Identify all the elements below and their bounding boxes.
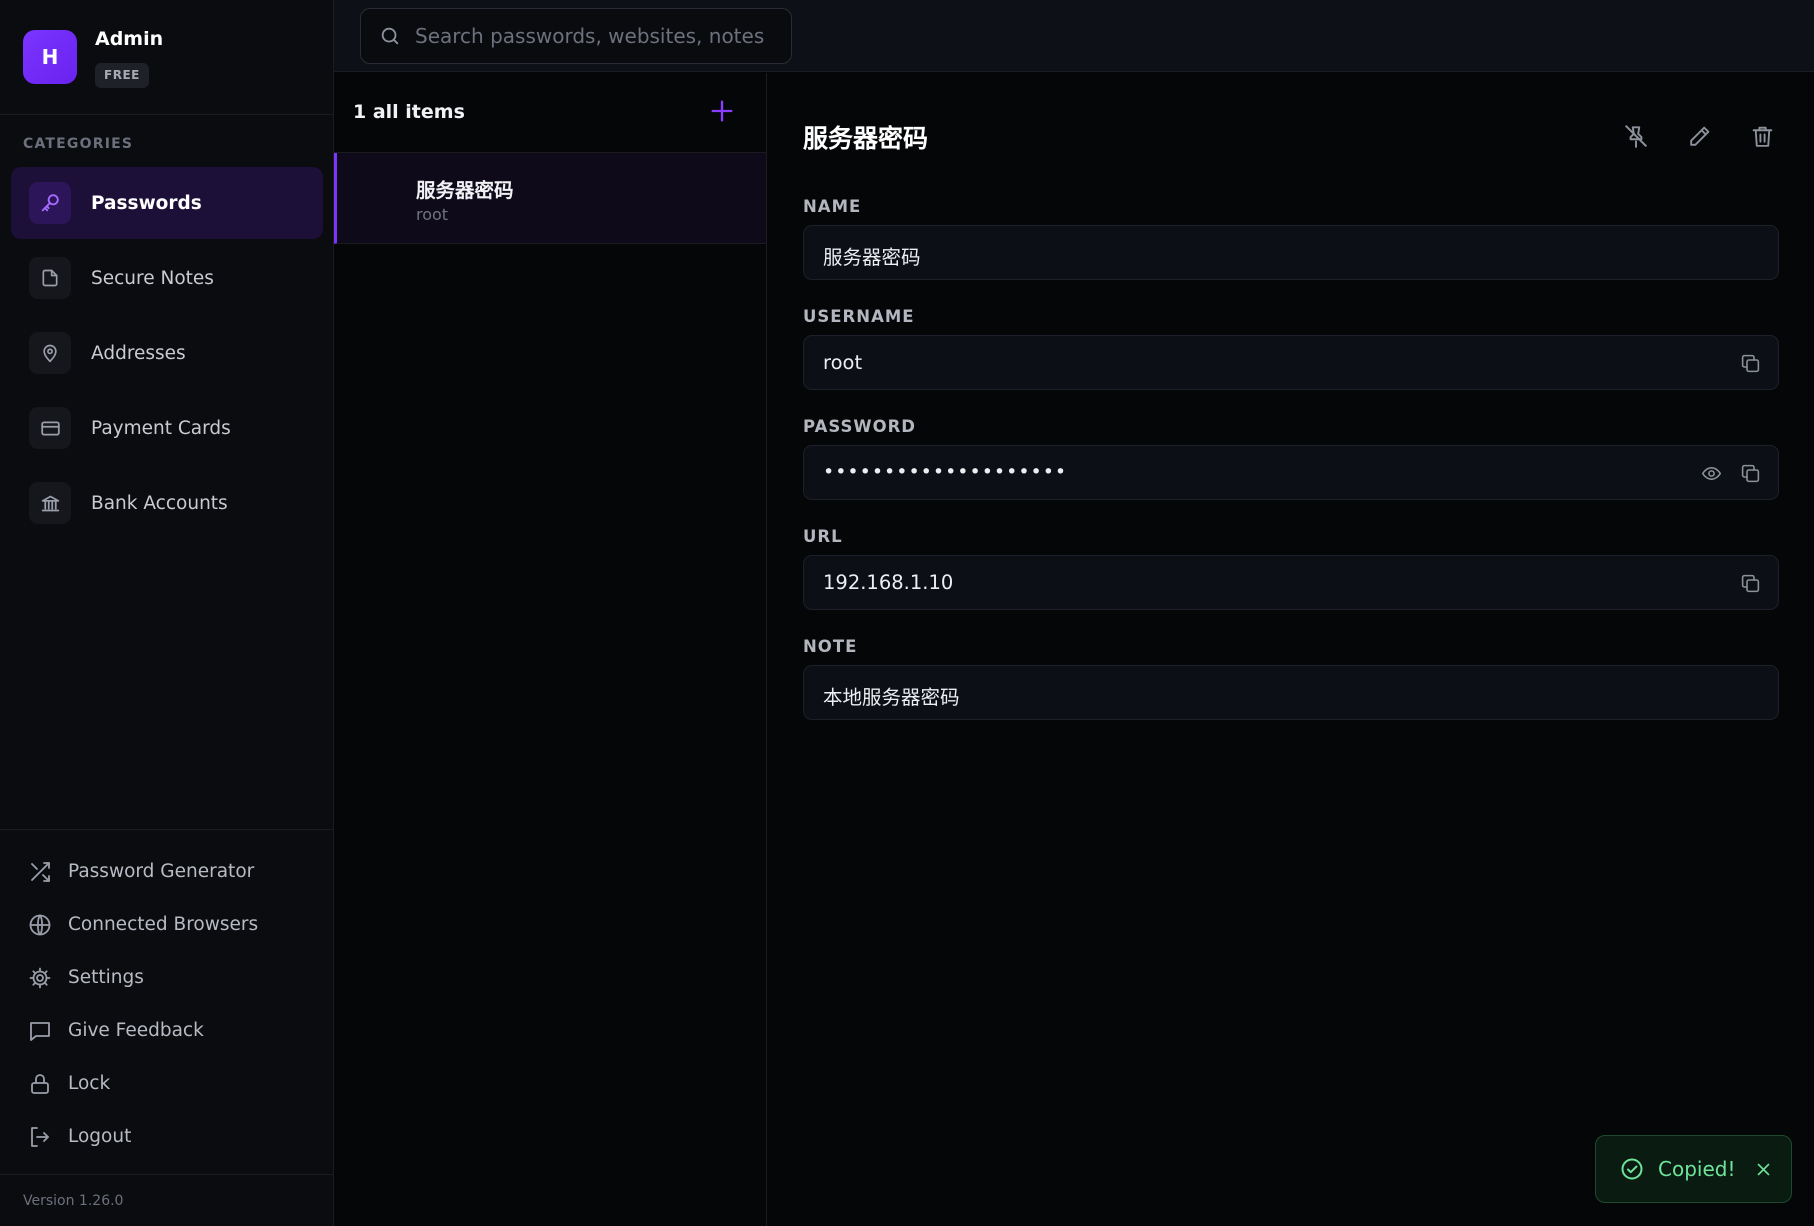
copied-toast: Copied!: [1595, 1135, 1792, 1203]
nav-settings[interactable]: Settings: [0, 951, 333, 1004]
eye-icon: [1701, 466, 1721, 480]
sidebar-item-addresses[interactable]: Addresses: [11, 317, 323, 389]
reveal-password-button[interactable]: [1697, 459, 1725, 487]
logout-icon: [31, 1126, 49, 1147]
detail-actions: [1591, 118, 1780, 154]
search-box[interactable]: [360, 8, 792, 64]
sidebar-item-label: Secure Notes: [91, 267, 214, 289]
version-label: Version 1.26.0: [0, 1174, 333, 1226]
profile-header: H Admin FREE: [0, 0, 333, 115]
edit-button[interactable]: [1681, 118, 1717, 154]
sidebar-item-passwords[interactable]: Passwords: [11, 167, 323, 239]
sidebar-item-label: Passwords: [91, 192, 202, 214]
url-value: 192.168.1.10: [823, 571, 954, 594]
item-subtitle: root: [416, 205, 449, 224]
name-label: NAME: [803, 197, 862, 216]
username-label: USERNAME: [803, 307, 915, 326]
note-field[interactable]: 本地服务器密码: [803, 665, 1779, 720]
app-window: H Admin FREE CATEGORIES Passwords Secure…: [0, 0, 1814, 1226]
list-item[interactable]: 服务器密码 root: [334, 153, 766, 244]
add-item-button[interactable]: [708, 97, 736, 125]
nav-lock[interactable]: Lock: [0, 1057, 333, 1110]
profile-name: Admin: [95, 28, 164, 50]
note-icon: [29, 257, 71, 299]
copy-icon: [1741, 354, 1759, 372]
nav-label: Settings: [68, 967, 144, 988]
lock-icon: [31, 1073, 49, 1094]
top-bar: [334, 0, 1814, 72]
globe-icon: [29, 914, 51, 935]
password-field[interactable]: ••••••••••••••••••••: [803, 445, 1779, 500]
note-label: NOTE: [803, 637, 858, 656]
sidebar-item-payment-cards[interactable]: Payment Cards: [11, 392, 323, 464]
gear-icon: [29, 967, 51, 988]
nav-label: Logout: [68, 1126, 132, 1147]
check-circle-icon: [1621, 1158, 1643, 1180]
pencil-icon: [1689, 126, 1709, 146]
nav-connected-browsers[interactable]: Connected Browsers: [0, 898, 333, 951]
key-icon: [29, 182, 71, 224]
note-value: 本地服务器密码: [823, 686, 960, 709]
avatar[interactable]: H: [23, 30, 77, 84]
nav-label: Connected Browsers: [68, 914, 259, 935]
name-value: 服务器密码: [823, 246, 921, 269]
username-field[interactable]: root: [803, 335, 1779, 390]
nav-label: Password Generator: [68, 861, 255, 882]
sidebar-item-label: Bank Accounts: [91, 492, 228, 514]
name-field[interactable]: 服务器密码: [803, 225, 1779, 280]
nav-label: Lock: [68, 1073, 111, 1094]
message-icon: [30, 1021, 50, 1041]
close-icon: [1758, 1163, 1770, 1175]
url-field[interactable]: 192.168.1.10: [803, 555, 1779, 610]
list-header: 1 all items: [334, 73, 766, 153]
delete-button[interactable]: [1744, 118, 1780, 154]
bottom-nav: Password Generator Connected Browsers Se…: [0, 829, 333, 1163]
copy-icon: [1741, 464, 1759, 482]
detail-panel: 服务器密码 NAME 服务器密码 USERNAME root PASSWORD …: [767, 73, 1814, 1226]
sidebar: H Admin FREE CATEGORIES Passwords Secure…: [0, 0, 334, 1226]
item-count: 1 all items: [353, 101, 465, 123]
nav-password-generator[interactable]: Password Generator: [0, 845, 333, 898]
copy-url-button[interactable]: [1736, 569, 1764, 597]
copy-password-button[interactable]: [1736, 459, 1764, 487]
items-list-panel: 1 all items 服务器密码 root: [334, 73, 767, 1226]
password-value: ••••••••••••••••••••: [823, 461, 1068, 483]
plan-badge: FREE: [95, 63, 149, 88]
url-label: URL: [803, 527, 843, 546]
categories-heading: CATEGORIES: [23, 136, 134, 152]
unpin-button[interactable]: [1618, 118, 1654, 154]
pin-off-icon: [1625, 125, 1647, 148]
sidebar-item-label: Payment Cards: [91, 417, 231, 439]
credit-card-icon: [29, 407, 71, 449]
trash-icon: [1752, 126, 1772, 147]
sidebar-item-secure-notes[interactable]: Secure Notes: [11, 242, 323, 314]
plus-icon: [711, 100, 733, 122]
detail-title: 服务器密码: [803, 124, 929, 153]
nav-logout[interactable]: Logout: [0, 1110, 333, 1163]
shuffle-icon: [31, 861, 50, 882]
sidebar-item-label: Addresses: [91, 342, 186, 364]
nav-label: Give Feedback: [68, 1020, 204, 1041]
copy-username-button[interactable]: [1736, 349, 1764, 377]
copy-icon: [1741, 574, 1759, 592]
nav-give-feedback[interactable]: Give Feedback: [0, 1004, 333, 1057]
close-toast-button[interactable]: [1755, 1161, 1772, 1178]
search-input[interactable]: [415, 24, 785, 48]
map-pin-icon: [29, 332, 71, 374]
toast-message: Copied!: [1658, 1157, 1736, 1181]
category-list: Passwords Secure Notes Addresses Payment…: [11, 167, 323, 542]
item-title: 服务器密码: [416, 179, 514, 202]
bank-icon: [29, 482, 71, 524]
username-value: root: [823, 351, 863, 374]
password-label: PASSWORD: [803, 417, 917, 436]
sidebar-item-bank-accounts[interactable]: Bank Accounts: [11, 467, 323, 539]
search-icon: [381, 27, 399, 45]
